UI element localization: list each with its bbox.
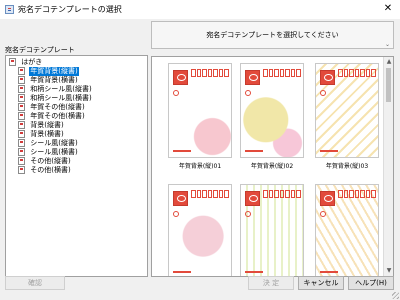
template-card[interactable] xyxy=(315,63,379,158)
postal-code-boxes xyxy=(338,69,377,77)
tree-item[interactable]: 背景(横書) xyxy=(18,130,65,139)
instruction-text: 宛名デコテンプレートを選択してください xyxy=(206,31,339,39)
tree-item-label: 和柄シール風(縦書) xyxy=(30,85,92,93)
tree-item[interactable]: 和柄シール風(横書) xyxy=(18,94,93,103)
postcard-icon xyxy=(18,94,25,102)
scroll-up-icon[interactable]: ▲ xyxy=(384,57,393,67)
gallery-scrollbar[interactable]: ▲ ▼ xyxy=(383,57,393,276)
tree-item-label: シール風(縦書) xyxy=(30,139,78,147)
app-icon xyxy=(5,5,14,14)
tree-item[interactable]: 年賀その他(縦書) xyxy=(18,103,86,112)
tree-item[interactable]: シール風(横書) xyxy=(18,148,79,157)
close-button[interactable]: ✕ xyxy=(380,1,396,17)
template-caption: 年賀背景(縦)02 xyxy=(250,163,294,170)
confirm-button[interactable]: 確認 xyxy=(5,276,65,290)
dialog-body: 宛名デコテンプレートを選択してください ⌄ 宛名デコテンプレート はがき 年賀背… xyxy=(0,19,400,300)
postal-code-boxes xyxy=(338,190,377,198)
instruction-panel: 宛名デコテンプレートを選択してください ⌄ xyxy=(151,21,394,49)
stamp-icon xyxy=(245,70,260,85)
postal-code-boxes xyxy=(191,69,230,77)
stamp-icon xyxy=(173,191,188,206)
postcard-icon xyxy=(18,139,25,147)
tree-item-label: 年賀背景(横書) xyxy=(30,76,78,84)
postcard-icon xyxy=(18,85,25,93)
scroll-down-icon[interactable]: ▼ xyxy=(384,266,393,276)
postcard-icon xyxy=(18,121,25,129)
tree-root-label: はがき xyxy=(21,58,43,66)
card-strip xyxy=(245,271,263,273)
card-strip xyxy=(173,271,191,273)
postcard-icon xyxy=(18,112,25,120)
postal-code-boxes xyxy=(263,69,302,77)
stamp-icon xyxy=(173,70,188,85)
postcard-icon xyxy=(9,58,16,66)
stamp-icon xyxy=(245,191,260,206)
card-mark xyxy=(173,211,179,217)
postcard-icon xyxy=(18,76,25,84)
tree-caption: 宛名デコテンプレート xyxy=(5,46,75,54)
tree-item[interactable]: シール風(縦書) xyxy=(18,139,79,148)
tree-item[interactable]: 年賀背景(縦書) xyxy=(18,67,79,76)
postcard-icon xyxy=(18,103,25,111)
postal-code-boxes xyxy=(191,190,230,198)
stamp-icon xyxy=(320,70,335,85)
postcard-icon xyxy=(18,130,25,138)
template-card[interactable] xyxy=(168,184,232,276)
tree-item-label: 背景(縦書) xyxy=(30,121,64,129)
tree-item-label: 和柄シール風(横書) xyxy=(30,94,92,102)
tree-item[interactable]: 和柄シール風(縦書) xyxy=(18,85,93,94)
chevron-down-icon: ⌄ xyxy=(384,41,390,48)
tree-item-label: その他(縦書) xyxy=(30,157,71,165)
postcard-icon xyxy=(18,166,25,174)
tree-item-label: 年賀その他(縦書) xyxy=(30,103,85,111)
tree-item[interactable]: 年賀背景(横書) xyxy=(18,76,79,85)
template-caption: 年賀背景(縦)03 xyxy=(325,163,369,170)
template-tree[interactable]: はがき 年賀背景(縦書) 年賀背景(横書) 和柄シール風(縦書) 和柄シール風(… xyxy=(5,55,148,277)
card-strip xyxy=(245,150,263,152)
template-card[interactable] xyxy=(168,63,232,158)
help-button[interactable]: ヘルプ(H) xyxy=(348,276,394,290)
postcard-icon xyxy=(18,148,25,156)
card-mark xyxy=(320,90,326,96)
template-card[interactable] xyxy=(315,184,379,276)
postcard-icon xyxy=(18,67,25,75)
card-mark xyxy=(173,90,179,96)
ok-button[interactable]: 決 定 xyxy=(248,276,294,290)
window-title: 宛名デコテンプレートの選択 xyxy=(18,5,122,14)
cancel-button[interactable]: キャンセル xyxy=(298,276,344,290)
card-strip xyxy=(320,150,338,152)
tree-item[interactable]: 背景(縦書) xyxy=(18,121,65,130)
card-mark xyxy=(320,211,326,217)
tree-root-postcard[interactable]: はがき xyxy=(9,58,43,67)
tree-item-label: 背景(横書) xyxy=(30,130,64,138)
template-card[interactable] xyxy=(240,184,304,276)
tree-item-label: その他(横書) xyxy=(30,166,71,174)
title-bar: 宛名デコテンプレートの選択 ✕ xyxy=(0,0,400,19)
scroll-thumb[interactable] xyxy=(386,68,391,102)
tree-item-label: 年賀背景(縦書) xyxy=(29,67,79,76)
tree-item-label: 年賀その他(横書) xyxy=(30,112,85,120)
template-card[interactable] xyxy=(240,63,304,158)
card-mark xyxy=(245,90,251,96)
stamp-icon xyxy=(320,191,335,206)
tree-item[interactable]: 年賀その他(横書) xyxy=(18,112,86,121)
tree-item[interactable]: その他(横書) xyxy=(18,166,72,175)
card-mark xyxy=(245,211,251,217)
tree-item-label: シール風(横書) xyxy=(30,148,78,156)
card-strip xyxy=(173,150,191,152)
resize-grip[interactable] xyxy=(392,292,399,299)
tree-item[interactable]: その他(縦書) xyxy=(18,157,72,166)
postal-code-boxes xyxy=(263,190,302,198)
postcard-icon xyxy=(18,157,25,165)
template-gallery[interactable]: 年賀背景(縦)01 年賀背景(縦)02 年賀背景(縦)03 ▲ ▼ xyxy=(151,56,394,277)
card-strip xyxy=(320,271,338,273)
